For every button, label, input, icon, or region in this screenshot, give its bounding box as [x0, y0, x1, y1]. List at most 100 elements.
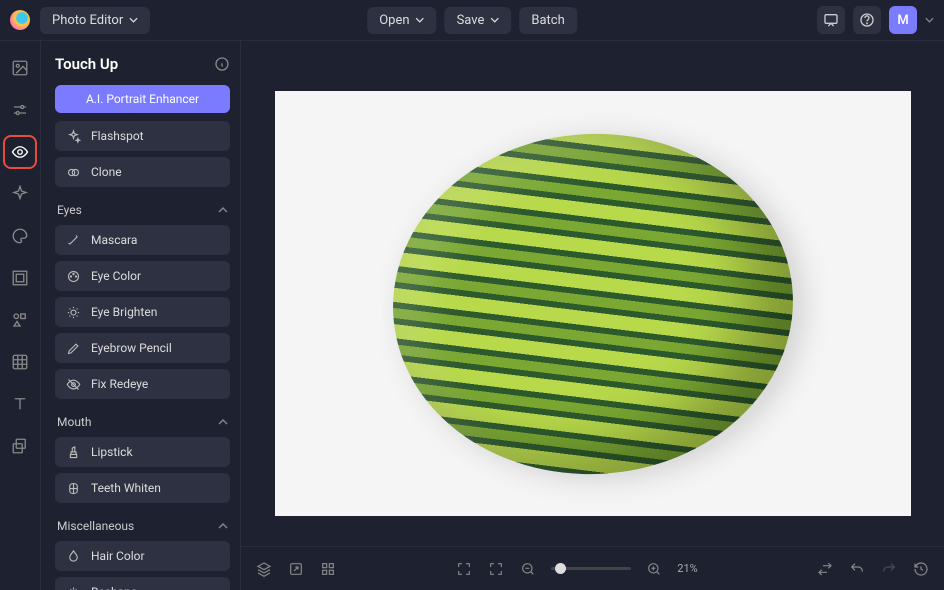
tool-flashspot[interactable]: Flashspot: [55, 121, 230, 151]
fit-icon[interactable]: [487, 560, 505, 578]
zoom-out-icon[interactable]: [519, 560, 537, 578]
user-avatar[interactable]: M: [889, 6, 917, 34]
rail-palette-icon[interactable]: [7, 223, 33, 249]
chevron-down-icon: [490, 17, 499, 23]
open-label: Open: [379, 13, 409, 28]
tool-label: Clone: [91, 165, 122, 179]
app-logo: [10, 10, 30, 30]
top-center-controls: Open Save Batch: [367, 7, 577, 34]
chevron-down-icon[interactable]: [925, 17, 934, 23]
info-icon[interactable]: [214, 56, 230, 72]
tool-eye-brighten[interactable]: Eye Brighten: [55, 297, 230, 327]
chevron-up-icon: [218, 523, 228, 529]
redo-icon[interactable]: [880, 560, 898, 578]
fullscreen-icon[interactable]: [455, 560, 473, 578]
open-dropdown[interactable]: Open: [367, 7, 436, 34]
rail-touchup-icon[interactable]: [7, 139, 33, 165]
top-bar: Photo Editor Open Save Batch M: [0, 0, 944, 41]
undo-icon[interactable]: [848, 560, 866, 578]
bottom-bar: 21%: [241, 546, 944, 590]
tool-label: Eye Brighten: [91, 305, 157, 319]
batch-label: Batch: [531, 13, 564, 28]
wand-icon: [65, 232, 81, 248]
ai-portrait-enhancer-button[interactable]: A.I. Portrait Enhancer: [55, 85, 230, 113]
tool-label: Eyebrow Pencil: [91, 341, 172, 355]
grid-icon[interactable]: [319, 560, 337, 578]
tool-label: Mascara: [91, 233, 137, 247]
pencil-icon: [65, 340, 81, 356]
watermelon-image: [384, 123, 801, 483]
sparkle-icon: [65, 128, 81, 144]
tool-label: Lipstick: [91, 445, 133, 459]
top-right-controls: M: [817, 6, 934, 34]
section-title: Eyes: [57, 203, 82, 217]
zoom-slider[interactable]: [551, 567, 631, 570]
save-label: Save: [457, 13, 485, 28]
sun-icon: [65, 304, 81, 320]
zoom-slider-handle[interactable]: [555, 563, 566, 574]
bottom-center-controls: 21%: [455, 560, 697, 578]
section-header-miscellaneous[interactable]: Miscellaneous: [55, 509, 230, 541]
history-icon[interactable]: [912, 560, 930, 578]
tool-clone[interactable]: Clone: [55, 157, 230, 187]
panel-title: Touch Up: [55, 55, 118, 73]
tool-label: Flashspot: [91, 129, 144, 143]
batch-button[interactable]: Batch: [519, 7, 576, 34]
rail-image-icon[interactable]: [7, 55, 33, 81]
chevron-up-icon: [218, 207, 228, 213]
avatar-initial: M: [897, 13, 908, 28]
section-header-eyes[interactable]: Eyes: [55, 193, 230, 225]
rail-text-icon[interactable]: [7, 391, 33, 417]
layers-icon[interactable]: [255, 560, 273, 578]
tool-label: Hair Color: [91, 549, 145, 563]
tool-hair-color[interactable]: Hair Color: [55, 541, 230, 571]
arrows-icon: [65, 584, 81, 590]
chevron-down-icon: [416, 17, 425, 23]
tool-eye-color[interactable]: Eye Color: [55, 261, 230, 291]
tool-label: Reshape: [91, 585, 137, 590]
tool-reshape[interactable]: Reshape: [55, 577, 230, 590]
tool-label: Eye Color: [91, 269, 141, 283]
tool-mascara[interactable]: Mascara: [55, 225, 230, 255]
left-icon-rail: [0, 41, 41, 590]
tool-label: Teeth Whiten: [91, 481, 161, 495]
chevron-up-icon: [218, 419, 228, 425]
section-title: Mouth: [57, 415, 91, 429]
rail-sliders-icon[interactable]: [7, 97, 33, 123]
tool-lipstick[interactable]: Lipstick: [55, 437, 230, 467]
tool-fix-redeye[interactable]: Fix Redeye: [55, 369, 230, 399]
section-header-mouth[interactable]: Mouth: [55, 405, 230, 437]
tool-teeth-whiten[interactable]: Teeth Whiten: [55, 473, 230, 503]
tool-eyebrow-pencil[interactable]: Eyebrow Pencil: [55, 333, 230, 363]
mode-dropdown[interactable]: Photo Editor: [40, 7, 150, 34]
canvas-area: 21%: [241, 41, 944, 590]
section-title: Miscellaneous: [57, 519, 134, 533]
export-icon[interactable]: [287, 560, 305, 578]
zoom-in-icon[interactable]: [645, 560, 663, 578]
chevron-down-icon: [129, 17, 138, 23]
drop-icon: [65, 548, 81, 564]
rail-effects-icon[interactable]: [7, 181, 33, 207]
side-panel: Touch Up A.I. Portrait Enhancer Flashspo…: [41, 41, 241, 590]
lipstick-icon: [65, 444, 81, 460]
rail-texture-icon[interactable]: [7, 349, 33, 375]
rail-frame-icon[interactable]: [7, 265, 33, 291]
palette-icon: [65, 268, 81, 284]
compare-icon[interactable]: [816, 560, 834, 578]
zoom-percentage: 21%: [677, 562, 697, 575]
mode-label: Photo Editor: [52, 13, 123, 28]
help-button[interactable]: [853, 6, 881, 34]
canvas-image: [275, 91, 911, 516]
canvas-viewport[interactable]: [241, 41, 944, 546]
rings-icon: [65, 164, 81, 180]
teeth-icon: [65, 480, 81, 496]
bottom-right-controls: [816, 560, 930, 578]
rail-shapes-icon[interactable]: [7, 307, 33, 333]
comments-button[interactable]: [817, 6, 845, 34]
tool-label: Fix Redeye: [91, 377, 148, 391]
rail-layers-icon[interactable]: [7, 433, 33, 459]
save-dropdown[interactable]: Save: [445, 7, 512, 34]
panel-header: Touch Up: [55, 55, 230, 73]
main-area: Touch Up A.I. Portrait Enhancer Flashspo…: [0, 41, 944, 590]
eye-off-icon: [65, 376, 81, 392]
